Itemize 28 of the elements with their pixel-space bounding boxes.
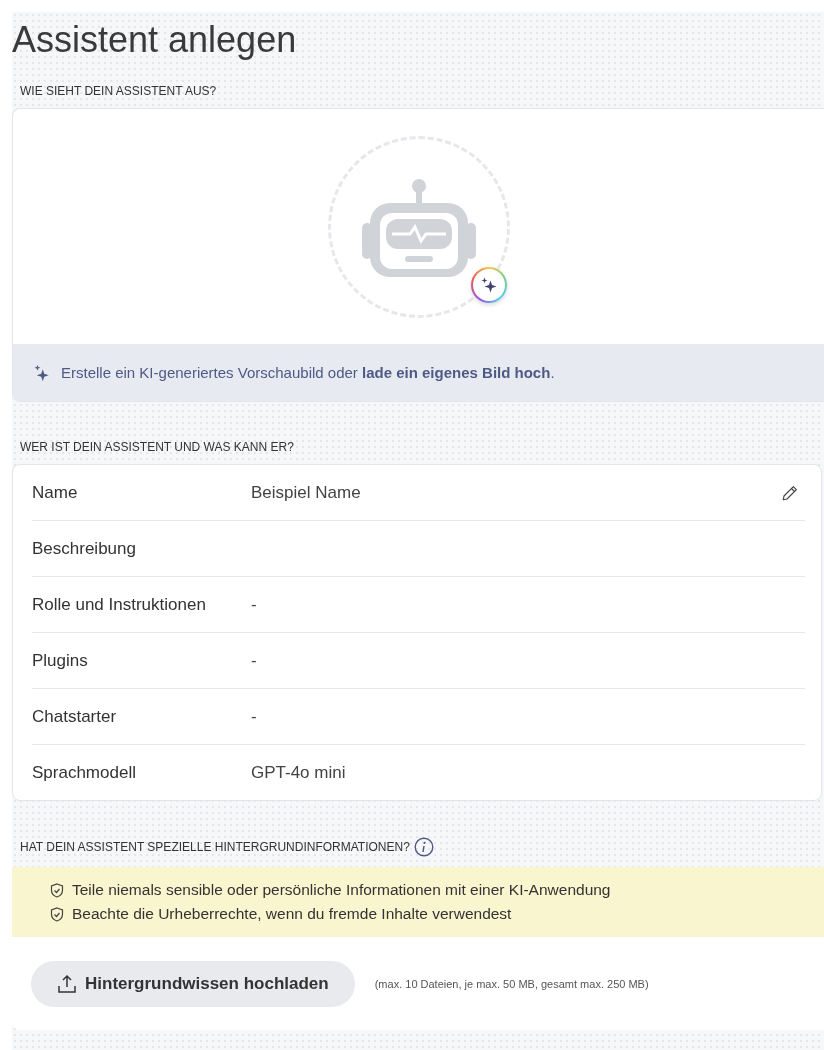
page-title: Assistent anlegen [12,18,298,62]
section-label: WER IST DEIN ASSISTENT UND WAS KANN ER? [20,440,295,454]
field-label: Name [32,482,79,503]
field-label: Rolle und Instruktionen [32,594,207,615]
upload-icon [57,973,77,994]
ai-generate-button[interactable] [470,266,507,303]
field-value: - [251,706,257,726]
field-label: Sprachmodell [32,762,137,783]
avatar-hint: Erstelle ein KI-generiertes Vorschaubild oder lade ein eigenes Bild hoch. [61,364,555,381]
field-value: GPT-4o mini [251,762,346,782]
field-label: Beschreibung [32,538,137,559]
warning-text: Beachte die Urheberrechte, wenn du fremde Inhalte verwendest [72,905,512,923]
field-value: Beispiel Name [251,482,361,502]
field-label: Chatstarter [32,706,118,727]
shield-icon [50,906,64,922]
section-label: HAT DEIN ASSISTENT SPEZIELLE HINTERGRUNDINFORMATIONEN? [20,840,410,854]
upload-limits: (max. 10 Dateien, je max. 50 MB, gesamt max. 250 MB) [374,977,649,990]
field-label: Plugins [32,650,89,671]
warning-text: Teile niemals sensible oder persönliche Informationen mit einer KI-Anwendung [72,881,611,899]
sparkle-icon [33,363,51,382]
shield-icon [50,882,64,898]
section-label: WIE SIEHT DEIN ASSISTENT AUS? [20,84,218,98]
field-value: - [251,650,257,670]
field-value: - [251,594,257,614]
sparkle-icon [479,275,498,294]
upload-button[interactable]: Hintergrundwissen hochladen [31,960,355,1007]
robot-icon [361,176,476,277]
info-icon[interactable] [413,837,434,857]
